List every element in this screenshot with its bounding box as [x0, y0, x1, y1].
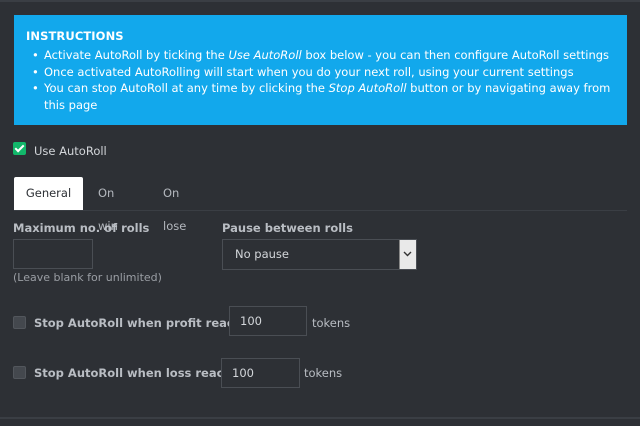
stop-profit-units: tokens [312, 316, 351, 330]
tab-general[interactable]: General [14, 177, 83, 210]
tab-on-win[interactable]: On win [98, 177, 118, 233]
bottom-divider [0, 417, 640, 419]
max-rolls-input[interactable] [13, 239, 93, 269]
stop-loss-label: Stop AutoRoll when loss reaches [34, 366, 247, 380]
tab-on-lose[interactable]: On lose [163, 177, 186, 233]
pause-select[interactable]: No pause [222, 239, 417, 270]
instruction-emphasis: Stop AutoRoll [328, 81, 407, 95]
pause-select-value: No pause [235, 247, 289, 261]
instruction-text: Activate AutoRoll by ticking the [44, 48, 229, 62]
stop-loss-units: tokens [304, 366, 343, 380]
stop-profit-label: Stop AutoRoll when profit reaches [34, 316, 257, 330]
instruction-item: Activate AutoRoll by ticking the Use Aut… [32, 47, 615, 64]
instruction-text: Once activated AutoRolling will start wh… [44, 64, 574, 79]
use-autoroll-checkbox[interactable] [13, 142, 26, 155]
instructions-list: Activate AutoRoll by ticking the Use Aut… [26, 47, 615, 113]
chevron-down-icon[interactable] [399, 240, 416, 269]
stop-loss-checkbox[interactable] [13, 366, 26, 379]
top-divider [0, 0, 640, 2]
max-rolls-hint: (Leave blank for unlimited) [13, 271, 162, 284]
instruction-text: You can stop AutoRoll at any time by cli… [44, 81, 329, 95]
instructions-title: INSTRUCTIONS [26, 29, 124, 43]
instruction-text: box below - you can then configure AutoR… [301, 48, 610, 62]
pause-label: Pause between rolls [222, 221, 353, 235]
stop-loss-input[interactable]: 100 [221, 358, 300, 388]
instructions-panel: INSTRUCTIONS Activate AutoRoll by tickin… [14, 15, 627, 125]
max-rolls-label: Maximum no. of rolls [13, 221, 150, 235]
use-autoroll-label[interactable]: Use AutoRoll [34, 144, 107, 158]
stop-profit-checkbox[interactable] [13, 316, 26, 329]
instruction-item: You can stop AutoRoll at any time by cli… [32, 80, 615, 113]
tabs-underline [14, 210, 627, 211]
instruction-emphasis: Use AutoRoll [228, 48, 302, 62]
stop-profit-input[interactable]: 100 [229, 306, 307, 336]
instruction-item: Once activated AutoRolling will start wh… [32, 64, 615, 81]
